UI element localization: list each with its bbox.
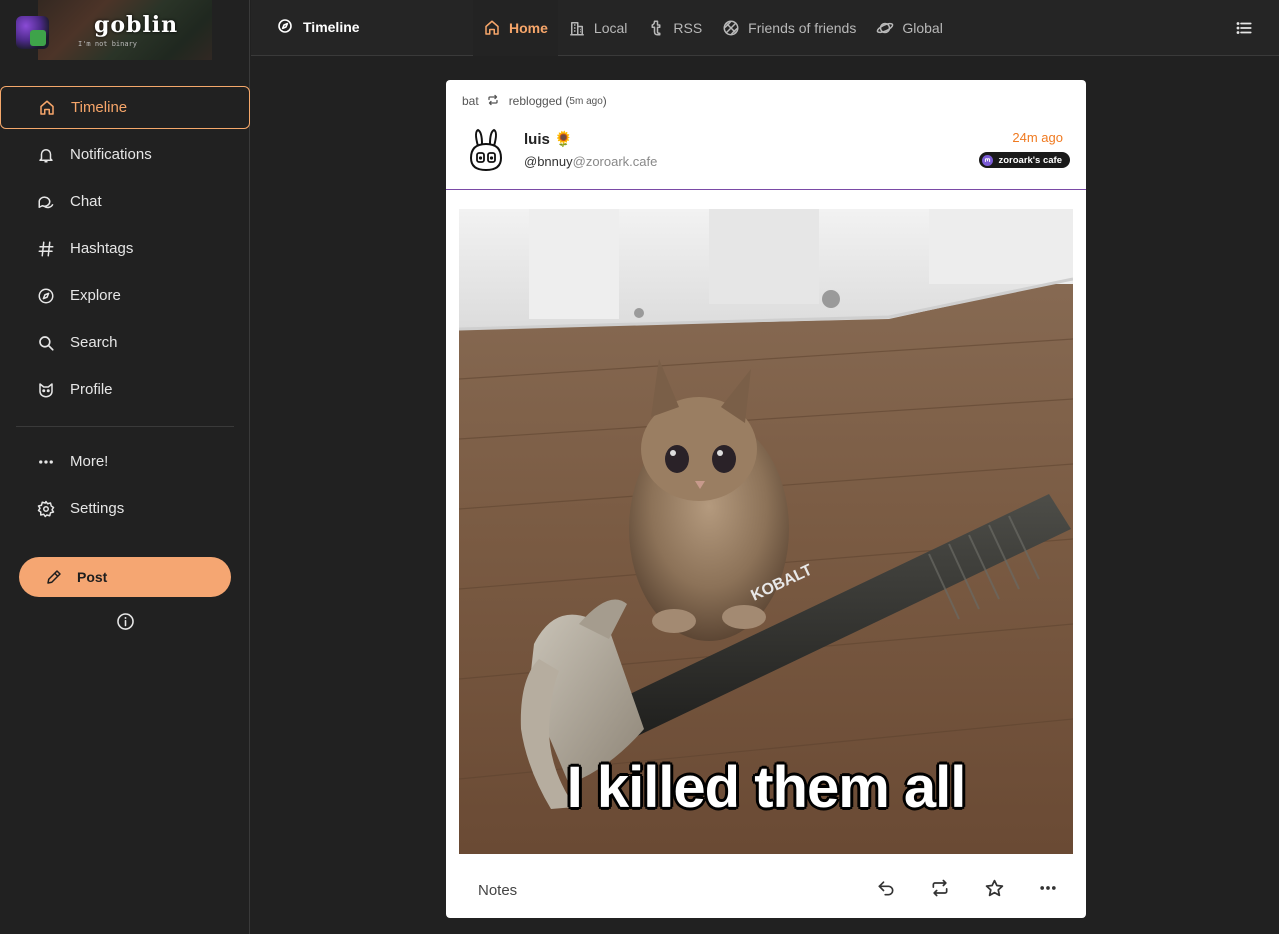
post-timestamp[interactable]: 24m ago [1012,130,1063,145]
status-header: luis 🌻 @bnnuy@zoroark.cafe 24m ago zoroa… [446,120,1086,190]
author-display-name[interactable]: luis 🌻 [524,130,573,148]
author-handle[interactable]: @bnnuy@zoroark.cafe [524,154,657,169]
post-button-label: Post [77,569,108,585]
post-button[interactable]: Post [19,557,231,597]
sidebar-item-hashtags[interactable]: Hashtags [0,227,250,270]
post-actions [844,876,1060,900]
reblog-header: bat reblogged (5m ago) [462,94,607,108]
tab-rss[interactable]: RSS [637,0,712,56]
list-icon [1236,22,1252,34]
handle-instance: @zoroark.cafe [572,154,658,169]
search-icon [36,333,56,353]
dots-icon [1040,886,1056,890]
sidebar-item-more[interactable]: More! [0,440,250,483]
bell-icon [36,145,56,165]
user-avatar[interactable] [16,16,49,49]
tab-label: Friends of friends [748,20,857,36]
home-icon [37,98,57,118]
sidebar-item-label: Timeline [71,99,128,116]
repeat-icon [932,879,948,897]
info-icon [116,612,134,630]
more-options-button[interactable] [1036,876,1060,900]
reblog-text: reblogged ( [508,94,570,108]
mastodon-icon [982,154,994,166]
status-card: bat reblogged (5m ago) luis 🌻 @bnnuy@zor… [446,80,1086,918]
tab-label: Home [509,20,548,36]
favorite-button[interactable] [982,876,1006,900]
timeline-tabs: Home Local RSS Friends of friends Global [473,0,953,56]
reply-icon [878,881,894,896]
author-avatar[interactable] [462,126,510,174]
sidebar-item-profile[interactable]: Profile [0,368,250,411]
sidebar-item-label: Profile [70,381,113,398]
reblog-close: ) [602,94,607,108]
home-icon [483,19,501,37]
compass-icon [36,286,56,306]
reblogger-name[interactable]: bat [462,94,479,108]
basketball-icon [722,19,740,37]
instance-badge-label: zoroark's cafe [998,154,1062,166]
brand-name: goblin [94,12,179,38]
sidebar-divider [16,426,234,427]
dots-icon [36,452,56,472]
sidebar-item-notifications[interactable]: Notifications [0,133,250,176]
handle-user: @bnnuy [524,154,573,169]
sidebar-item-label: Explore [70,287,121,304]
notes-link[interactable]: Notes [478,882,517,899]
building-icon [568,19,586,37]
sidebar-secondary-nav: More! Settings [0,440,250,534]
post-image-attachment[interactable]: KOBALT I killed them all [459,209,1073,854]
sidebar-item-search[interactable]: Search [0,321,250,364]
star-icon [985,879,1003,896]
cat-face-icon [36,380,56,400]
rss-icon [647,19,665,37]
reply-button[interactable] [874,876,898,900]
sidebar-item-label: Notifications [70,146,152,163]
reblog-icon [487,94,501,108]
sidebar-item-settings[interactable]: Settings [0,487,250,530]
sidebar-item-label: Search [70,334,118,351]
sidebar-nav: Timeline Notifications Chat Hashtags Exp… [0,86,250,415]
sidebar-item-label: Chat [70,193,102,210]
instance-badge[interactable]: zoroark's cafe [979,152,1070,168]
tab-home[interactable]: Home [473,0,558,56]
image-caption: I killed them all [566,755,967,820]
tab-global[interactable]: Global [866,0,952,56]
sidebar-item-label: Settings [70,500,125,517]
sidebar-item-label: More! [70,453,109,470]
page-title: Timeline [277,18,360,36]
tab-local[interactable]: Local [558,0,637,56]
tab-label: Global [902,20,943,36]
gear-icon [36,499,56,519]
pencil-icon [45,568,63,586]
tab-friends-of-friends[interactable]: Friends of friends [712,0,866,56]
sidebar-item-chat[interactable]: Chat [0,180,250,223]
sidebar-item-label: Hashtags [70,240,134,257]
info-button[interactable] [115,611,135,631]
planet-icon [876,19,894,37]
list-menu-button[interactable] [1235,19,1253,37]
compass-icon [277,18,295,36]
sidebar-item-explore[interactable]: Explore [0,274,250,317]
brand-header[interactable]: goblin I'm not binary [0,0,250,60]
reblog-time[interactable]: 5m ago [569,96,602,107]
page-title-text: Timeline [303,19,360,35]
sidebar: goblin I'm not binary Timeline Notificat… [0,0,250,934]
tab-label: Local [593,20,628,36]
brand-tagline: I'm not binary [78,40,138,48]
tab-label: RSS [673,20,703,36]
hashtag-icon [36,239,56,259]
boost-button[interactable] [928,876,952,900]
sidebar-item-timeline[interactable]: Timeline [0,86,250,129]
chat-icon [36,192,56,212]
top-navbar: Timeline Home Local RSS Friends of frien… [251,0,1279,56]
